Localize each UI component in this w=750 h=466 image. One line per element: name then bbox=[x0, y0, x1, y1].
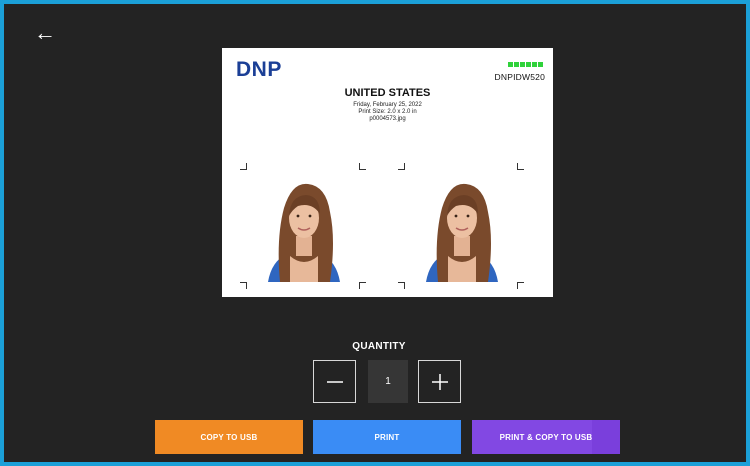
quantity-label: QUANTITY bbox=[352, 341, 406, 352]
copy-to-usb-button[interactable]: COPY TO USB bbox=[155, 420, 303, 454]
print-and-copy-to-usb-button[interactable]: PRINT & COPY TO USB bbox=[472, 420, 620, 454]
crop-mark bbox=[359, 282, 366, 289]
id-photo-right bbox=[404, 178, 520, 282]
print-filename: p0004573.jpg bbox=[369, 116, 406, 122]
decrement-quantity-button[interactable] bbox=[313, 360, 356, 403]
document-country: UNITED STATES bbox=[344, 87, 431, 99]
crop-mark bbox=[517, 163, 524, 170]
print-size: Print Size: 2.0 x 2.0 in bbox=[358, 109, 417, 115]
increment-quantity-button[interactable] bbox=[418, 360, 461, 403]
app-window: ← DNP DNPIDW520 UNITED STATES Friday, Fe… bbox=[0, 0, 750, 466]
quantity-value: 1 bbox=[368, 360, 408, 403]
printer-status-indicator bbox=[508, 62, 543, 67]
crop-mark bbox=[240, 163, 247, 170]
print-and-copy-label: PRINT & COPY TO USB bbox=[499, 432, 593, 442]
printer-model: DNPIDW520 bbox=[494, 72, 545, 82]
print-date: Friday, February 25, 2022 bbox=[353, 102, 422, 108]
dnp-logo: DNP bbox=[236, 58, 282, 81]
plus-icon bbox=[431, 373, 448, 390]
left-arrow-icon: ← bbox=[34, 20, 56, 45]
print-preview-sheet: DNP DNPIDW520 UNITED STATES Friday, Febr… bbox=[222, 48, 553, 297]
crop-mark bbox=[517, 282, 524, 289]
print-button[interactable]: PRINT bbox=[313, 420, 461, 454]
back-button[interactable]: ← bbox=[32, 18, 58, 48]
crop-mark bbox=[398, 163, 405, 170]
crop-mark bbox=[398, 282, 405, 289]
crop-mark bbox=[240, 282, 247, 289]
crop-mark bbox=[359, 163, 366, 170]
minus-icon bbox=[326, 380, 343, 383]
id-photo-left bbox=[246, 178, 362, 282]
